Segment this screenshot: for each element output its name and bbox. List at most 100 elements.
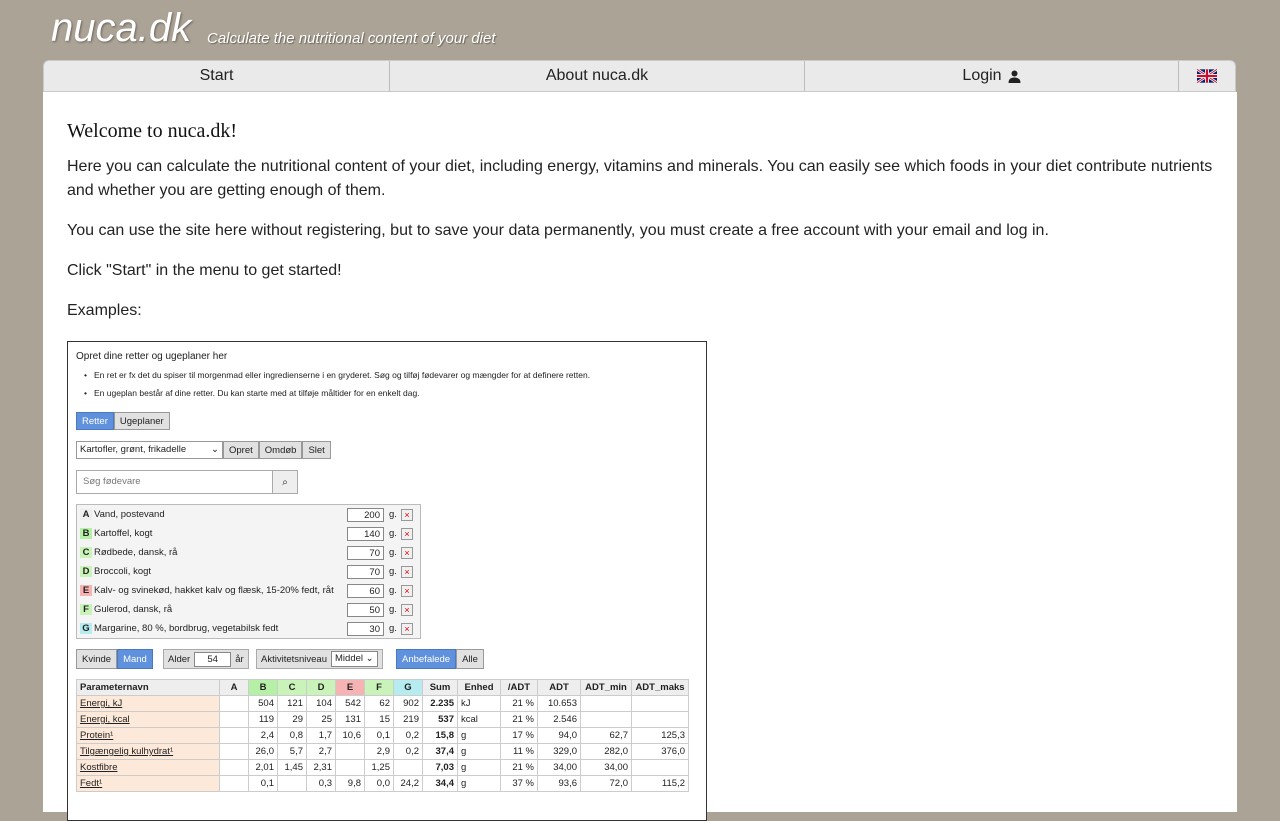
food-name: Vand, postevand <box>94 509 165 520</box>
parameter-link[interactable]: Kostfibre <box>76 759 220 776</box>
nav-login[interactable]: Login <box>805 61 1179 91</box>
table-cell <box>219 695 249 712</box>
table-row: Energi, kJ 504 121 104 542 62 902 2.235 kJ 21 % 10… <box>76 695 689 712</box>
language-switch[interactable] <box>1179 61 1235 91</box>
dish-select[interactable]: Kartofler, grønt, frikadelle ⌄ <box>76 441 223 459</box>
table-cell: 26,0 <box>248 743 278 760</box>
table-header-cell: E <box>335 679 365 696</box>
table-cell: 0,1 <box>364 727 394 744</box>
table-cell: 2.235 <box>422 695 458 712</box>
food-amount-input[interactable]: 60 <box>347 583 384 598</box>
table-cell: 29 <box>277 711 307 728</box>
food-letter: F <box>80 604 92 615</box>
table-cell: 1,7 <box>306 727 336 744</box>
rename-dish-button[interactable]: Omdøb <box>258 441 303 459</box>
table-cell: 376,0 <box>631 743 689 760</box>
recommended-button[interactable]: Anbefalede <box>396 649 457 669</box>
food-amount-input[interactable]: 200 <box>347 507 384 522</box>
food-unit: g. <box>389 566 397 577</box>
food-name: Gulerod, dansk, rå <box>94 604 173 615</box>
table-cell: 7,03 <box>422 759 458 776</box>
table-cell: 24,2 <box>393 775 423 792</box>
food-amount-input[interactable]: 70 <box>347 545 384 560</box>
food-amount-input[interactable]: 140 <box>347 526 384 541</box>
table-cell: 21 % <box>500 695 538 712</box>
remove-food-icon[interactable]: × <box>401 603 413 616</box>
age-unit: år <box>235 653 244 665</box>
parameter-link[interactable]: Fedt¹ <box>76 775 220 792</box>
parameter-link[interactable]: Protein¹ <box>76 727 220 744</box>
table-header-cell: B <box>248 679 278 696</box>
age-input[interactable]: 54 <box>194 651 232 667</box>
create-dish-button[interactable]: Opret <box>223 441 259 459</box>
food-unit: g. <box>389 604 397 615</box>
remove-food-icon[interactable]: × <box>401 565 413 578</box>
table-header-row: Parameternavn A B C D E F G Sum Enhed/ADT ADT ADT_m… <box>76 679 689 696</box>
uk-flag-icon <box>1197 69 1217 83</box>
parameter-link[interactable]: Energi, kJ <box>76 695 220 712</box>
table-cell: kcal <box>457 711 501 728</box>
table-cell: 125,3 <box>631 727 689 744</box>
table-cell: kJ <box>457 695 501 712</box>
food-amount-input[interactable]: 30 <box>347 621 384 636</box>
example-bullet: En ret er fx det du spiser til morgenmad… <box>84 370 590 380</box>
nav-about[interactable]: About nuca.dk <box>390 61 805 91</box>
tab-ugeplaner[interactable]: Ugeplaner <box>113 412 170 430</box>
table-header-cell: G <box>393 679 423 696</box>
food-unit: g. <box>389 547 397 558</box>
table-cell <box>580 695 632 712</box>
table-cell: 219 <box>393 711 423 728</box>
table-cell: 2,9 <box>364 743 394 760</box>
table-cell: 21 % <box>500 759 538 776</box>
table-cell: 34,4 <box>422 775 458 792</box>
example-tabs: Retter Ugeplaner <box>76 412 170 430</box>
activity-select[interactable]: Middel ⌄ <box>331 651 378 667</box>
start-paragraph: Click "Start" in the menu to get started… <box>67 262 342 279</box>
table-header-cell: /ADT <box>500 679 538 696</box>
search-icon[interactable]: ⌕ <box>272 471 297 493</box>
food-letter: E <box>80 585 92 596</box>
nav-start[interactable]: Start <box>44 61 390 91</box>
tab-retter[interactable]: Retter <box>76 412 114 430</box>
dish-buttons: Opret Omdøb Slet <box>223 441 331 459</box>
table-cell: 25 <box>306 711 336 728</box>
table-cell: 131 <box>335 711 365 728</box>
table-cell: 2,31 <box>306 759 336 776</box>
table-cell: 119 <box>248 711 278 728</box>
parameter-link[interactable]: Tilgængelig kulhydrat¹ <box>76 743 220 760</box>
table-header-cell: Parameternavn <box>76 679 220 696</box>
food-row: F Gulerod, dansk, rå 50 g. × <box>77 600 420 619</box>
food-name: Kartoffel, kogt <box>94 528 153 539</box>
gender-male-button[interactable]: Mand <box>117 649 153 669</box>
table-cell: 37 % <box>500 775 538 792</box>
remove-food-icon[interactable]: × <box>401 622 413 635</box>
nav-login-label: Login <box>962 67 1002 84</box>
food-amount-input[interactable]: 70 <box>347 564 384 579</box>
food-row: D Broccoli, kogt 70 g. × <box>77 562 420 581</box>
food-search-input[interactable]: Søg fødevare <box>77 471 272 493</box>
chevron-down-icon: ⌄ <box>211 444 219 455</box>
parameter-link[interactable]: Energi, kcal <box>76 711 220 728</box>
table-cell: 0,2 <box>393 743 423 760</box>
gender-female-button[interactable]: Kvinde <box>76 649 118 669</box>
example-bullet: En ugeplan består af dine retter. Du kan… <box>84 388 420 398</box>
food-unit: g. <box>389 623 397 634</box>
table-cell: 537 <box>422 711 458 728</box>
site-tagline: Calculate the nutritional content of you… <box>207 30 496 47</box>
table-cell: 0,3 <box>306 775 336 792</box>
remove-food-icon[interactable]: × <box>401 508 413 521</box>
remove-food-icon[interactable]: × <box>401 527 413 540</box>
table-header-cell: Sum <box>422 679 458 696</box>
food-amount-input[interactable]: 50 <box>347 602 384 617</box>
site-logo[interactable]: nuca.dk <box>51 6 191 51</box>
table-cell: 62,7 <box>580 727 632 744</box>
table-cell <box>219 727 249 744</box>
table-cell <box>335 759 365 776</box>
delete-dish-button[interactable]: Slet <box>302 441 331 459</box>
remove-food-icon[interactable]: × <box>401 546 413 559</box>
all-button[interactable]: Alle <box>456 649 484 669</box>
remove-food-icon[interactable]: × <box>401 584 413 597</box>
table-cell <box>277 775 307 792</box>
table-cell: 2,7 <box>306 743 336 760</box>
main-nav: Start About nuca.dk Login <box>43 60 1236 92</box>
